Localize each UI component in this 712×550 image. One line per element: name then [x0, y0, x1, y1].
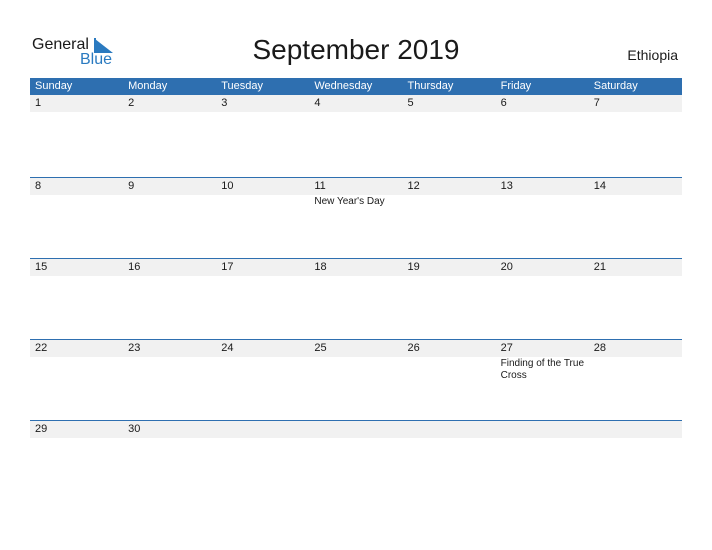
weekday-wednesday: Wednesday: [314, 80, 373, 92]
day-event: Finding of the True Cross: [500, 358, 585, 381]
day-number: 14: [593, 180, 606, 192]
day-number: 20: [500, 261, 513, 273]
day-number: 8: [35, 180, 42, 192]
day-number: 12: [407, 180, 420, 192]
day-event: [216, 195, 309, 208]
day-number: 6: [500, 97, 507, 109]
day-number: 18: [314, 261, 327, 273]
day-number: [589, 421, 682, 438]
week-row: 22 23 24 25 26 27 28 Finding of the True Cross: [30, 339, 682, 420]
week-row: 8 9 10 11 12 13 14 New Year's Day: [30, 177, 682, 258]
day-event: [496, 195, 589, 208]
day-number: 27: [500, 342, 513, 354]
events-strip: [30, 438, 682, 439]
weekday-friday: Friday: [500, 80, 532, 92]
day-number: [403, 421, 496, 438]
day-number: 4: [314, 97, 321, 109]
day-number: 5: [407, 97, 414, 109]
day-number-strip: 1 2 3 4 5 6 7: [30, 95, 682, 112]
day-event: [403, 357, 496, 382]
day-event: [123, 112, 216, 113]
day-event: [216, 112, 309, 113]
day-event: [309, 112, 402, 113]
day-event: [309, 357, 402, 382]
day-event: [403, 112, 496, 113]
day-number: 19: [407, 261, 420, 273]
day-event: [123, 195, 216, 208]
weekday-monday: Monday: [128, 80, 168, 92]
weekday-thursday: Thursday: [407, 80, 454, 92]
day-event: [403, 195, 496, 208]
day-number: 17: [221, 261, 234, 273]
day-event: [589, 438, 682, 439]
day-event: [30, 438, 123, 439]
day-number: 13: [500, 180, 513, 192]
weeks-container: 1 2 3 4 5 6 7 8 9 10 11 12 13 14 New Year's Day 15 16 17 1…: [30, 95, 682, 501]
day-number: [216, 421, 309, 438]
day-number: 3: [221, 97, 228, 109]
day-event: [30, 357, 123, 382]
day-number: 25: [314, 342, 327, 354]
day-number: [309, 421, 402, 438]
day-number: [496, 421, 589, 438]
week-row: 29 30: [30, 420, 682, 501]
day-event: [123, 276, 216, 277]
day-event: [309, 276, 402, 277]
day-event: [589, 357, 682, 382]
day-event: [30, 276, 123, 277]
day-event: [496, 438, 589, 439]
week-row: 15 16 17 18 19 20 21: [30, 258, 682, 339]
day-number: 10: [221, 180, 234, 192]
day-number: 28: [593, 342, 606, 354]
day-number: 15: [35, 261, 48, 273]
day-number: 11: [314, 180, 326, 192]
day-event: [309, 438, 402, 439]
weekday-header: Sunday Monday Tuesday Wednesday Thursday…: [30, 78, 682, 95]
day-number: 22: [35, 342, 48, 354]
day-event: [123, 438, 216, 439]
day-number-strip: 15 16 17 18 19 20 21: [30, 259, 682, 276]
page-title: September 2019: [252, 34, 460, 65]
day-number-strip: 29 30: [30, 421, 682, 438]
day-event: [123, 357, 216, 382]
weekday-tuesday: Tuesday: [221, 80, 264, 92]
day-number: 24: [221, 342, 234, 354]
day-number: 2: [128, 97, 135, 109]
day-event: [589, 112, 682, 113]
day-event: [30, 195, 123, 208]
day-event: New Year's Day: [314, 196, 385, 207]
day-number: 16: [128, 261, 141, 273]
day-number: 29: [35, 423, 48, 435]
day-event: [216, 357, 309, 382]
day-event: [216, 438, 309, 439]
day-number: 23: [128, 342, 141, 354]
day-number: 7: [593, 97, 600, 109]
events-strip: Finding of the True Cross: [30, 357, 682, 382]
events-strip: [30, 276, 682, 277]
country-label: Ethiopia: [627, 47, 678, 63]
week-row: 1 2 3 4 5 6 7: [30, 95, 682, 177]
events-strip: [30, 112, 682, 113]
day-event: [496, 276, 589, 277]
day-number-strip: 8 9 10 11 12 13 14: [30, 178, 682, 195]
day-event: [589, 195, 682, 208]
day-event: [216, 276, 309, 277]
day-event: [589, 276, 682, 277]
day-event: [30, 112, 123, 113]
day-number: 26: [407, 342, 420, 354]
calendar-grid: Sunday Monday Tuesday Wednesday Thursday…: [30, 78, 682, 501]
weekday-saturday: Saturday: [593, 80, 638, 92]
day-number: 9: [128, 180, 135, 192]
day-number: 1: [35, 97, 42, 109]
day-number-strip: 22 23 24 25 26 27 28: [30, 340, 682, 357]
weekday-sunday: Sunday: [35, 80, 73, 92]
events-strip: New Year's Day: [30, 195, 682, 208]
day-number: 30: [128, 423, 141, 435]
day-number: 21: [593, 261, 606, 273]
day-event: [496, 112, 589, 113]
day-event: [403, 276, 496, 277]
day-event: [403, 438, 496, 439]
